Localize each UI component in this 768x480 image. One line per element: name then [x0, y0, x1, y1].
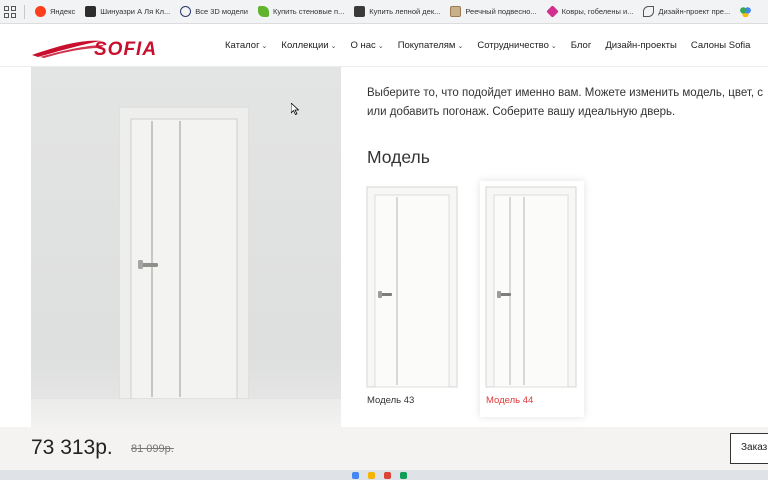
- nav-label: О нас: [350, 40, 376, 51]
- logo-text: SOFIA: [94, 39, 157, 59]
- door-thumbnail: [485, 186, 577, 388]
- chevron-down-icon: ⌄: [330, 42, 337, 50]
- nav-salons[interactable]: Салоны Sofia: [691, 40, 751, 51]
- nav-cooperation[interactable]: Сотрудничество ⌄: [477, 40, 556, 51]
- site-header: SOFIA Каталог ⌄ Коллекции ⌄ О нас ⌄ Покупат…: [0, 24, 768, 67]
- bookmark-design-project[interactable]: Дизайн-проект пре...: [643, 6, 730, 17]
- bookmark-ceiling[interactable]: Реечный подвесно...: [450, 6, 537, 17]
- bookmark-3d-models[interactable]: Все 3D модели: [180, 6, 248, 17]
- nav-label: Коллекции: [281, 40, 329, 51]
- yandex-icon: [35, 6, 46, 17]
- chevron-down-icon: ⌄: [550, 42, 557, 50]
- dots-icon: [740, 6, 752, 17]
- bookmark-stucco[interactable]: Купить лепной дек...: [354, 6, 440, 17]
- apps-grid-icon[interactable]: [4, 5, 16, 18]
- bookmark-carpets[interactable]: Ковры, гобелены и...: [545, 5, 634, 18]
- bookmark-label: Купить стеновые п...: [272, 7, 345, 16]
- chevron-down-icon: ⌄: [261, 42, 268, 50]
- bookmark-label: Все 3D модели: [195, 7, 248, 16]
- 3d-icon: [180, 6, 192, 17]
- photo-icon: [354, 6, 366, 17]
- intro-line: или добавить погонаж. Соберите вашу идеа…: [367, 106, 676, 118]
- nav-label: Блог: [570, 40, 592, 51]
- model-heading: Модель: [367, 147, 430, 167]
- bookmark-label: Реечный подвесно...: [465, 7, 537, 16]
- configurator-intro: Выберите то, что подойдет именно вам. Мо…: [367, 84, 768, 122]
- intro-line: Выберите то, что подойдет именно вам. Мо…: [367, 87, 763, 99]
- nav-label: Салоны Sofia: [690, 40, 751, 51]
- browser-icon[interactable]: [352, 472, 359, 479]
- door-preview-image: [31, 67, 341, 427]
- nav-catalog[interactable]: Каталог ⌄: [225, 40, 267, 51]
- door-illustration: [119, 107, 249, 399]
- bookmark-label: Дизайн-проект пре...: [658, 7, 731, 16]
- bookmark-label: Ковры, гобелены и...: [561, 7, 634, 16]
- chevron-down-icon: ⌄: [457, 42, 464, 50]
- design-icon: [643, 6, 655, 17]
- bookmark-chinoiserie[interactable]: Шинуазри А Ля Кл...: [85, 6, 170, 17]
- bookmark-more[interactable]: [740, 6, 755, 17]
- current-price: 73 313р.: [31, 436, 113, 459]
- folder-icon[interactable]: [368, 472, 375, 479]
- leaf-icon: [257, 6, 269, 17]
- bookmark-label: Шинуазри А Ля Кл...: [100, 7, 171, 16]
- mouse-cursor-icon: [291, 103, 299, 115]
- nav-label: Покупателям: [397, 40, 456, 51]
- os-taskbar: [0, 470, 768, 480]
- bookmarks-separator: [24, 4, 25, 19]
- nav-design-projects[interactable]: Дизайн-проекты: [605, 40, 677, 51]
- model-label: Модель 44: [486, 395, 534, 406]
- page-icon: [450, 6, 462, 17]
- main-nav: Каталог ⌄ Коллекции ⌄ О нас ⌄ Покупателям ⌄ …: [225, 40, 750, 51]
- sofia-logo[interactable]: SOFIA: [30, 35, 190, 59]
- model-label: Модель 43: [367, 395, 415, 406]
- order-button[interactable]: Заказ: [730, 433, 768, 464]
- nav-customers[interactable]: Покупателям ⌄: [398, 40, 464, 51]
- nav-collections[interactable]: Коллекции ⌄: [281, 40, 336, 51]
- nav-label: Каталог: [225, 40, 260, 51]
- price-bar: 73 313р. 81 099р. Заказ: [0, 427, 768, 470]
- model-card-44[interactable]: Модель 44: [480, 181, 584, 417]
- floor: [31, 399, 341, 427]
- photo-icon: [85, 6, 97, 17]
- nav-label: Сотрудничество: [477, 40, 549, 51]
- nav-blog[interactable]: Блог: [571, 40, 592, 51]
- nav-about[interactable]: О нас ⌄: [351, 40, 384, 51]
- model-card-43[interactable]: Модель 43: [365, 181, 469, 417]
- bookmark-yandex[interactable]: Яндекс: [35, 6, 75, 17]
- bookmark-label: Купить лепной дек...: [369, 7, 441, 16]
- carpet-icon: [545, 5, 559, 18]
- app-icon[interactable]: [400, 472, 407, 479]
- bookmarks-bar: Яндекс Шинуазри А Ля Кл... Все 3D модели…: [0, 0, 768, 24]
- bookmark-wall-panels[interactable]: Купить стеновые п...: [257, 6, 345, 17]
- app-icon[interactable]: [384, 472, 391, 479]
- door-thumbnail: [366, 186, 458, 388]
- bookmark-label: Яндекс: [50, 7, 76, 16]
- chevron-down-icon: ⌄: [377, 42, 384, 50]
- nav-label: Дизайн-проекты: [605, 40, 677, 51]
- old-price: 81 099р.: [131, 443, 174, 455]
